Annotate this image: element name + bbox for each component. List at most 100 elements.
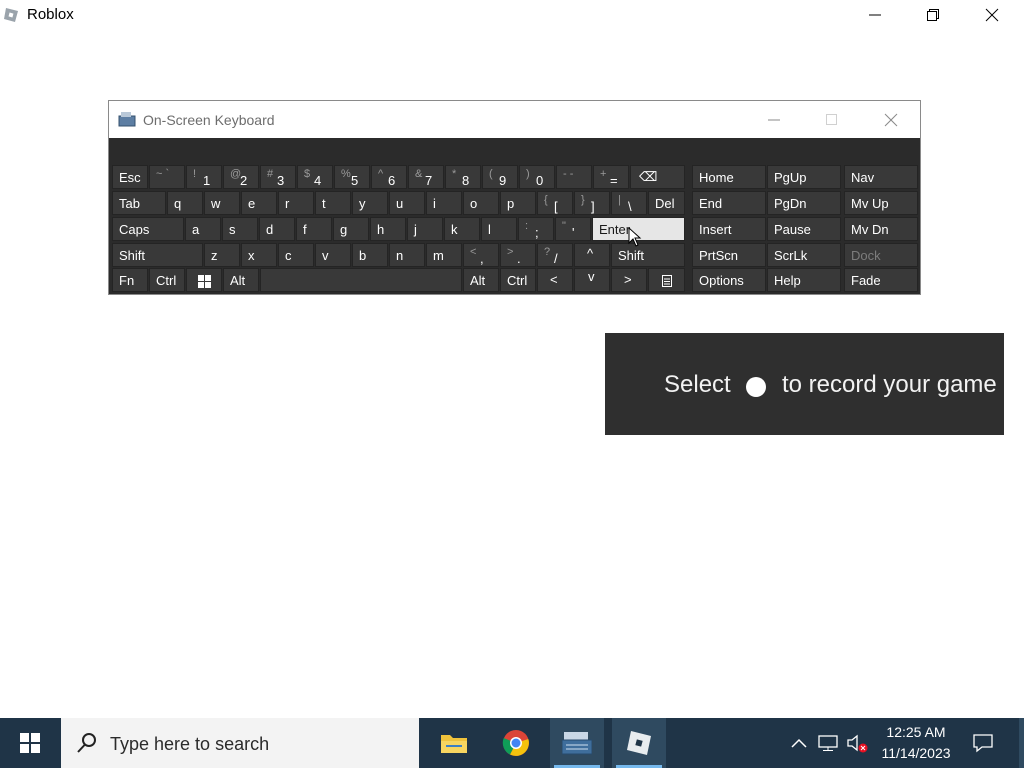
- key-left-shift[interactable]: Shift: [112, 243, 203, 267]
- key-period[interactable]: >.: [500, 243, 536, 267]
- key-p[interactable]: p: [500, 191, 536, 215]
- taskbar-roblox[interactable]: [612, 718, 666, 768]
- key-g[interactable]: g: [333, 217, 369, 241]
- key-9[interactable]: (9: [482, 165, 518, 189]
- key-k[interactable]: k: [444, 217, 480, 241]
- key-fn[interactable]: Fn: [112, 268, 148, 292]
- key-insert[interactable]: Insert: [692, 217, 766, 241]
- key-right-ctrl[interactable]: Ctrl: [500, 268, 536, 292]
- key-close-bracket[interactable]: }]: [574, 191, 610, 215]
- key-prtscn[interactable]: PrtScn: [692, 243, 766, 267]
- key-w[interactable]: w: [204, 191, 240, 215]
- key-right-arrow[interactable]: >: [611, 268, 647, 292]
- key-pgup[interactable]: PgUp: [767, 165, 841, 189]
- key-scrlk[interactable]: ScrLk: [767, 243, 841, 267]
- key-backtick[interactable]: ~ `: [149, 165, 185, 189]
- key-quote[interactable]: " ': [555, 217, 591, 241]
- key-options[interactable]: Options: [692, 268, 766, 292]
- key-5[interactable]: % 5: [334, 165, 370, 189]
- key-help[interactable]: Help: [767, 268, 841, 292]
- key-x[interactable]: x: [241, 243, 277, 267]
- key-mv-dn[interactable]: Mv Dn: [844, 217, 918, 241]
- key-minus[interactable]: - -: [556, 165, 592, 189]
- key-dock[interactable]: Dock: [844, 243, 918, 267]
- key-l[interactable]: l: [481, 217, 517, 241]
- key-pgdn[interactable]: PgDn: [767, 191, 841, 215]
- key-q[interactable]: q: [167, 191, 203, 215]
- show-desktop-button[interactable]: [1019, 718, 1024, 768]
- key-d[interactable]: d: [259, 217, 295, 241]
- taskbar-file-explorer[interactable]: [427, 718, 481, 768]
- key-8[interactable]: * 8: [445, 165, 481, 189]
- key-i[interactable]: i: [426, 191, 462, 215]
- key-left-arrow[interactable]: <: [537, 268, 573, 292]
- key-z[interactable]: z: [204, 243, 240, 267]
- key-windows[interactable]: [186, 268, 222, 292]
- key-slash[interactable]: ? /: [537, 243, 573, 267]
- key-right-shift[interactable]: Shift: [611, 243, 685, 267]
- key-end[interactable]: End: [692, 191, 766, 215]
- key-up-arrow[interactable]: ^: [574, 243, 610, 267]
- key-menu[interactable]: [648, 268, 685, 292]
- key-7[interactable]: & 7: [408, 165, 444, 189]
- key-left-alt[interactable]: Alt: [223, 268, 259, 292]
- start-button[interactable]: [0, 718, 60, 768]
- taskbar-search-box[interactable]: Type here to search: [61, 718, 419, 768]
- key-mv-up[interactable]: Mv Up: [844, 191, 918, 215]
- key-pause[interactable]: Pause: [767, 217, 841, 241]
- osk-minimize-button[interactable]: [759, 109, 789, 131]
- key-left-ctrl[interactable]: Ctrl: [149, 268, 185, 292]
- key-1[interactable]: ! 1: [186, 165, 222, 189]
- key-equals[interactable]: + =: [593, 165, 629, 189]
- key-s[interactable]: s: [222, 217, 258, 241]
- taskbar-chrome[interactable]: [489, 718, 543, 768]
- key-backslash[interactable]: | \: [611, 191, 647, 215]
- key-e[interactable]: e: [241, 191, 277, 215]
- osk-close-button[interactable]: [876, 109, 906, 131]
- network-tray-button[interactable]: [818, 732, 840, 754]
- key-n[interactable]: n: [389, 243, 425, 267]
- key-del[interactable]: Del: [648, 191, 685, 215]
- minimize-button[interactable]: [852, 0, 898, 30]
- key-m[interactable]: m: [426, 243, 462, 267]
- key-right-alt[interactable]: Alt: [463, 268, 499, 292]
- key-home[interactable]: Home: [692, 165, 766, 189]
- key-c[interactable]: c: [278, 243, 314, 267]
- key-nav[interactable]: Nav: [844, 165, 918, 189]
- key-comma[interactable]: <,: [463, 243, 499, 267]
- key-h[interactable]: h: [370, 217, 406, 241]
- restore-button[interactable]: [910, 0, 956, 30]
- key-v[interactable]: v: [315, 243, 351, 267]
- key-0[interactable]: ) 0: [519, 165, 555, 189]
- key-t[interactable]: t: [315, 191, 351, 215]
- key-u[interactable]: u: [389, 191, 425, 215]
- key-6[interactable]: ^ 6: [371, 165, 407, 189]
- key-symbol: }: [581, 194, 585, 206]
- close-button[interactable]: [969, 0, 1015, 30]
- key-backspace[interactable]: ⌫: [630, 165, 685, 189]
- key-f[interactable]: f: [296, 217, 332, 241]
- key-y[interactable]: y: [352, 191, 388, 215]
- key-r[interactable]: r: [278, 191, 314, 215]
- show-hidden-icons-button[interactable]: [788, 732, 810, 754]
- key-tab[interactable]: Tab: [112, 191, 166, 215]
- key-caps[interactable]: Caps: [112, 217, 184, 241]
- key-4[interactable]: $4: [297, 165, 333, 189]
- key-o[interactable]: o: [463, 191, 499, 215]
- key-esc[interactable]: Esc: [112, 165, 148, 189]
- key-space[interactable]: [260, 268, 462, 292]
- osk-maximize-button[interactable]: [817, 109, 847, 131]
- key-2[interactable]: @2: [223, 165, 259, 189]
- key-semicolon[interactable]: :;: [518, 217, 554, 241]
- key-fade[interactable]: Fade: [844, 268, 918, 292]
- key-3[interactable]: #3: [260, 165, 296, 189]
- key-a[interactable]: a: [185, 217, 221, 241]
- key-down-arrow[interactable]: v: [574, 268, 610, 292]
- volume-tray-button[interactable]: [846, 732, 868, 754]
- taskbar-on-screen-keyboard[interactable]: [550, 718, 604, 768]
- action-center-button[interactable]: [972, 732, 994, 754]
- key-j[interactable]: j: [407, 217, 443, 241]
- key-b[interactable]: b: [352, 243, 388, 267]
- taskbar-clock[interactable]: 12:25 AM 11/14/2023: [868, 722, 964, 764]
- key-open-bracket[interactable]: {[: [537, 191, 573, 215]
